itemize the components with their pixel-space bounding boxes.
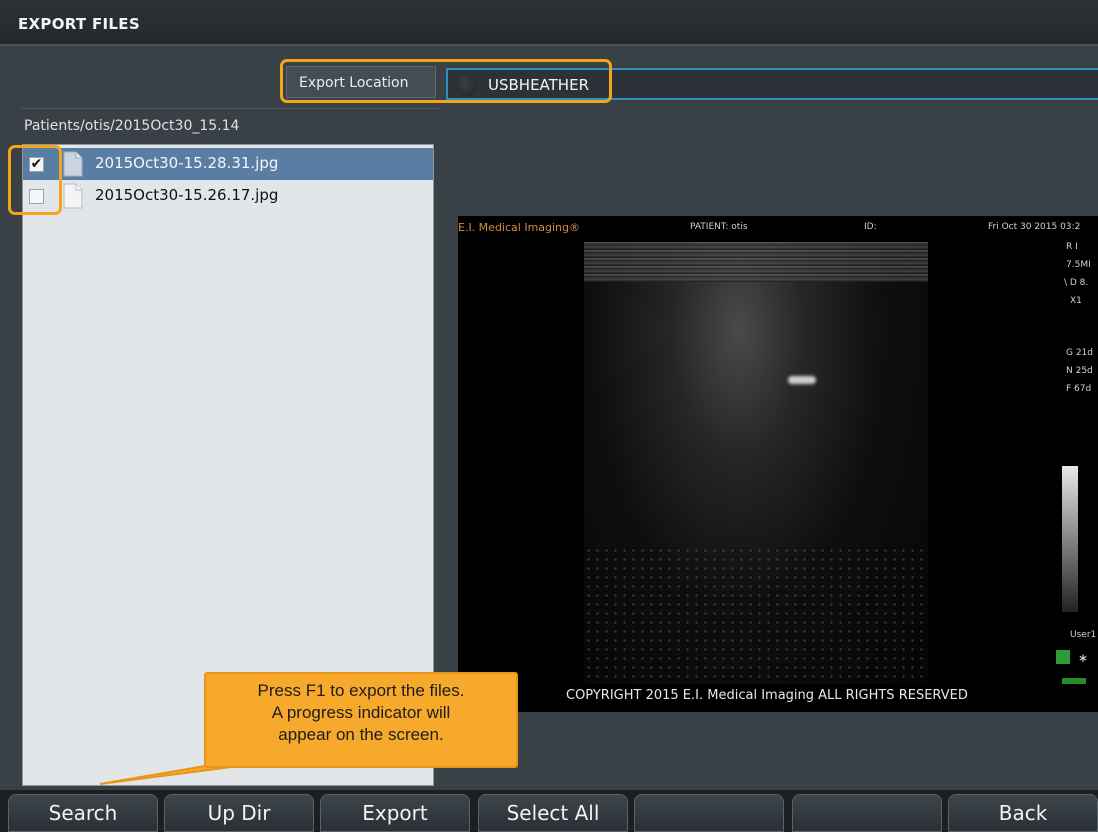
preview-side-label: 7.5MI — [1066, 260, 1091, 270]
file-icon — [63, 151, 83, 177]
status-icons: ∗ — [1056, 650, 1088, 665]
export-location-highlight — [280, 59, 612, 103]
help-callout: Press F1 to export the files. A progress… — [204, 672, 518, 768]
copyright-text: COPYRIGHT 2015 E.I. Medical Imaging ALL … — [566, 688, 968, 703]
export-button[interactable]: Export — [320, 794, 470, 832]
search-button[interactable]: Search — [8, 794, 158, 832]
preview-patient: PATIENT: otis — [690, 222, 748, 232]
callout-line: Press F1 to export the files. — [257, 681, 465, 700]
file-icon — [63, 183, 83, 209]
ultrasound-surface-band — [584, 242, 928, 282]
ultrasound-reflector — [788, 376, 816, 384]
file-row[interactable]: 2015Oct30-15.26.17.jpg — [23, 180, 433, 212]
preview-side-label: X1 — [1070, 296, 1082, 306]
checkbox-highlight — [8, 145, 62, 215]
battery-icon — [1062, 678, 1086, 684]
preview-side-label: R I — [1066, 242, 1078, 252]
preview-user-label: User1 — [1070, 630, 1097, 640]
bluetooth-icon: ∗ — [1078, 651, 1088, 665]
up-dir-button[interactable]: Up Dir — [164, 794, 314, 832]
preview-side-label: G 21d — [1066, 348, 1093, 358]
preview-side-label: F 67d — [1066, 384, 1092, 394]
callout-text: Press F1 to export the files. A progress… — [204, 680, 518, 746]
window-title: EXPORT FILES — [18, 15, 140, 33]
file-name: 2015Oct30-15.26.17.jpg — [95, 186, 279, 204]
file-row[interactable]: ✔ 2015Oct30-15.28.31.jpg — [23, 148, 433, 180]
preview-id: ID: — [864, 222, 877, 232]
signal-icon — [1056, 650, 1070, 664]
divider — [20, 108, 440, 109]
preview-side-label: \ D 8. — [1064, 278, 1089, 288]
grayscale-bar — [1062, 466, 1078, 612]
image-preview: E.I. Medical Imaging® PATIENT: otis ID: … — [458, 216, 1098, 712]
title-bar: EXPORT FILES — [0, 0, 1098, 46]
empty-key-button[interactable] — [634, 794, 784, 832]
preview-date: Fri Oct 30 2015 03:2 — [988, 222, 1081, 232]
back-button[interactable]: Back — [948, 794, 1098, 832]
callout-line: appear on the screen. — [278, 725, 444, 744]
preview-brand: E.I. Medical Imaging® — [458, 221, 581, 234]
current-path: Patients/otis/2015Oct30_15.14 — [24, 118, 240, 134]
callout-line: A progress indicator will — [271, 703, 451, 722]
preview-side-label: N 25d — [1066, 366, 1093, 376]
ultrasound-speckle — [584, 546, 928, 684]
file-name: 2015Oct30-15.28.31.jpg — [95, 154, 279, 172]
select-all-button[interactable]: Select All — [478, 794, 628, 832]
empty-key-button[interactable] — [792, 794, 942, 832]
